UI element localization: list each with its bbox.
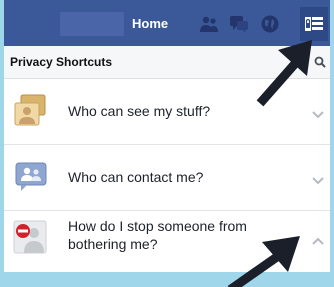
search-icon[interactable] [314, 55, 326, 73]
messages-icon[interactable] [228, 13, 250, 35]
item-label: Who can see my stuff? [68, 103, 211, 119]
privacy-shortcuts-title: Privacy Shortcuts [10, 55, 113, 69]
privacy-shortcut-item[interactable]: How do I stop someone from bothering me? [4, 211, 330, 272]
chevron-down-icon[interactable] [312, 106, 324, 124]
privacy-shortcuts-header: Privacy Shortcuts [4, 46, 330, 79]
chevron-down-icon[interactable] [312, 172, 324, 190]
item-label: Who can contact me? [68, 169, 204, 185]
photos-lock-icon [12, 93, 48, 129]
search-field[interactable] [60, 12, 124, 36]
globe-icon[interactable] [259, 13, 281, 35]
block-person-icon [12, 219, 48, 255]
chevron-up-icon[interactable] [312, 232, 324, 250]
top-navigation-bar: Home [4, 0, 330, 46]
mobile-app-frame: Home Privacy Shortcuts Who can see my st… [4, 0, 330, 272]
friends-icon[interactable] [198, 13, 220, 35]
privacy-lock-icon [305, 17, 323, 31]
privacy-shortcut-item[interactable]: Who can see my stuff? [4, 79, 330, 145]
home-link[interactable]: Home [132, 16, 168, 31]
contact-people-icon [12, 159, 48, 195]
item-label: How do I stop someone from bothering me? [68, 218, 247, 252]
privacy-shortcuts-button[interactable] [300, 7, 328, 41]
privacy-shortcut-item[interactable]: Who can contact me? [4, 145, 330, 211]
